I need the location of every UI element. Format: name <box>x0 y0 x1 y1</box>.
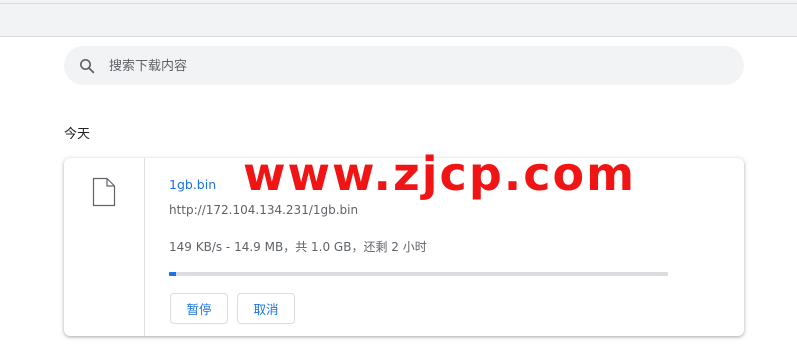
section-date-heading: 今天 <box>64 127 91 142</box>
cancel-button[interactable]: 取消 <box>237 293 295 324</box>
toolbar-area <box>0 0 797 37</box>
pause-button[interactable]: 暂停 <box>170 293 228 324</box>
search-bar[interactable] <box>64 46 744 85</box>
divider <box>0 3 797 4</box>
downloads-page: 今天 1gb.bin http://172.104.134.231/1gb.bi… <box>0 0 797 345</box>
file-icon-column <box>64 158 145 336</box>
file-icon <box>92 177 116 207</box>
search-icon <box>80 59 95 74</box>
file-name-link[interactable]: 1gb.bin <box>169 177 216 192</box>
download-item-card: 1gb.bin http://172.104.134.231/1gb.bin 1… <box>64 158 744 336</box>
source-url-link[interactable]: http://172.104.134.231/1gb.bin <box>169 203 358 217</box>
progress-bar <box>169 272 668 276</box>
download-status-text: 149 KB/s - 14.9 MB，共 1.0 GB，还剩 2 小时 <box>169 240 427 254</box>
search-input[interactable] <box>109 55 709 77</box>
progress-bar-fill <box>169 272 177 276</box>
